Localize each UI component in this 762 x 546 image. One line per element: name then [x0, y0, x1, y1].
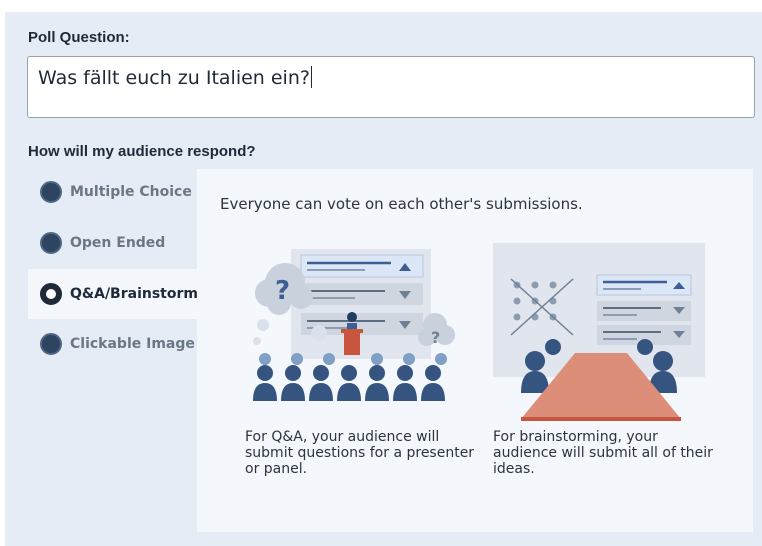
option-multiple-choice[interactable]: Multiple Choice	[28, 167, 197, 217]
radio-icon	[40, 181, 62, 203]
brainstorm-illustration-icon	[493, 243, 705, 421]
response-type-detail: Everyone can vote on each other's submis…	[197, 169, 753, 532]
radio-icon	[40, 333, 62, 355]
poll-question-text: Was fällt euch zu Italien ein?	[38, 67, 310, 89]
poll-question-input[interactable]: Was fällt euch zu Italien ein?	[27, 56, 755, 118]
option-open-ended[interactable]: Open Ended	[28, 218, 197, 268]
option-qa-brainstorm[interactable]: Q&A/Brainstorm	[28, 269, 198, 319]
brainstorm-caption: For brainstorming, your audience will su…	[493, 429, 713, 477]
svg-text:?: ?	[431, 328, 440, 347]
option-label: Q&A/Brainstorm	[70, 286, 198, 302]
response-type-description: Everyone can vote on each other's submis…	[220, 195, 583, 213]
qa-caption: For Q&A, your audience will submit quest…	[245, 429, 475, 477]
qa-illustration-icon: ? ?	[253, 249, 455, 401]
svg-text:?: ?	[275, 276, 290, 306]
response-type-label: How will my audience respond?	[28, 143, 256, 160]
text-caret	[310, 66, 312, 88]
radio-icon	[40, 232, 62, 254]
option-label: Clickable Image	[70, 336, 195, 352]
option-label: Multiple Choice	[70, 184, 192, 200]
poll-question-label: Poll Question:	[28, 29, 130, 46]
radio-selected-icon	[40, 283, 62, 305]
option-label: Open Ended	[70, 235, 166, 251]
option-clickable-image[interactable]: Clickable Image	[28, 319, 197, 369]
